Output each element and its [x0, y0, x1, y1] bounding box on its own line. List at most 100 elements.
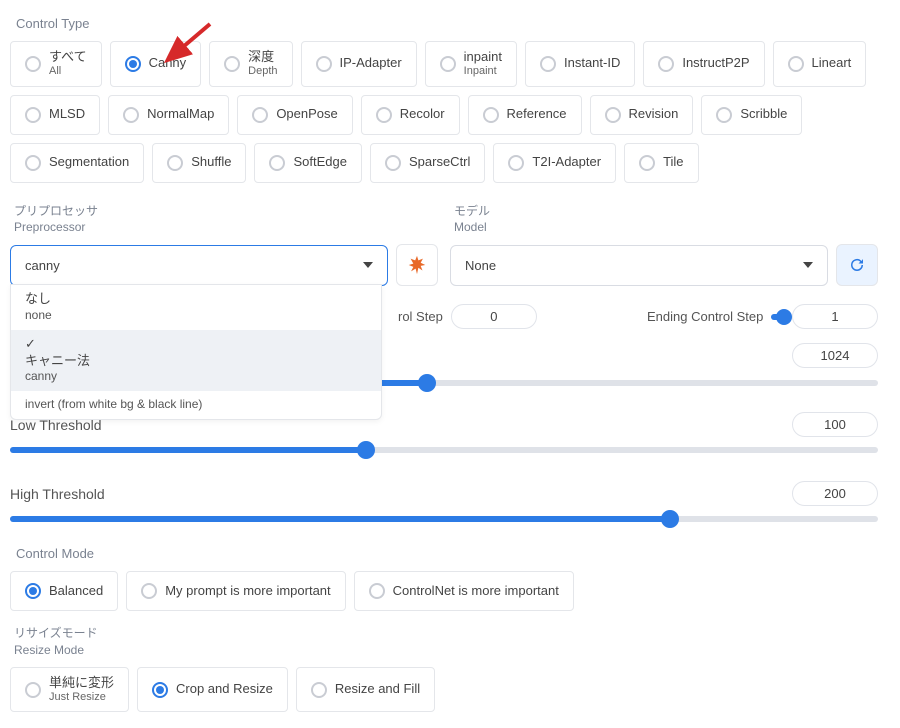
low-threshold-value[interactable]: 100 [792, 412, 878, 437]
radio-icon [25, 56, 41, 72]
radio-label: OpenPose [276, 107, 337, 122]
control-mode-controlnet-is-more-important[interactable]: ControlNet is more important [354, 571, 574, 611]
radio-label: ControlNet is more important [393, 584, 559, 599]
radio-label: Canny [149, 56, 187, 71]
refresh-button[interactable] [836, 244, 878, 286]
model-select[interactable]: None [450, 245, 828, 286]
resize-mode-resize-and-fill[interactable]: Resize and Fill [296, 667, 435, 713]
chevron-down-icon [363, 262, 373, 268]
radio-icon [25, 107, 41, 123]
control-mode-grid: Balanced My prompt is more important Contr… [10, 571, 878, 611]
control-mode-balanced[interactable]: Balanced [10, 571, 118, 611]
control-type-tile[interactable]: Tile [624, 143, 698, 183]
chevron-down-icon [803, 262, 813, 268]
radio-label: My prompt is more important [165, 584, 330, 599]
control-type-inpaint[interactable]: inpaintInpaint [425, 41, 517, 87]
refresh-icon [848, 256, 866, 274]
control-type-すべて[interactable]: すべてAll [10, 41, 102, 87]
control-step-label: rol Step [398, 309, 443, 324]
resize-mode-grid: 単純に変形Just Resize Crop and ResizeResize an… [10, 667, 878, 713]
radio-icon [25, 583, 41, 599]
radio-label: Balanced [49, 584, 103, 599]
low-threshold-slider[interactable] [10, 447, 878, 453]
resize-mode-just-resize[interactable]: 単純に変形Just Resize [10, 667, 129, 713]
control-type-openpose[interactable]: OpenPose [237, 95, 352, 135]
control-type-深度[interactable]: 深度Depth [209, 41, 292, 87]
radio-icon [252, 107, 268, 123]
radio-label: Tile [663, 155, 683, 170]
radio-icon [369, 583, 385, 599]
control-type-softedge[interactable]: SoftEdge [254, 143, 362, 183]
high-threshold-value[interactable]: 200 [792, 481, 878, 506]
explode-button[interactable] [396, 244, 438, 286]
control-type-ip-adapter[interactable]: IP-Adapter [301, 41, 417, 87]
ending-step-value[interactable]: 1 [792, 304, 878, 329]
radio-icon [123, 107, 139, 123]
resolution-value[interactable]: 1024 [792, 343, 878, 368]
control-type-segmentation[interactable]: Segmentation [10, 143, 144, 183]
radio-label: IP-Adapter [340, 56, 402, 71]
radio-icon [224, 56, 240, 72]
control-type-sparsectrl[interactable]: SparseCtrl [370, 143, 485, 183]
radio-label: InstructP2P [682, 56, 749, 71]
high-threshold-slider[interactable] [10, 516, 878, 522]
control-type-instant-id[interactable]: Instant-ID [525, 41, 635, 87]
radio-label: Recolor [400, 107, 445, 122]
preprocessor-value: canny [25, 258, 60, 273]
radio-label: Lineart [812, 56, 852, 71]
control-type-normalmap[interactable]: NormalMap [108, 95, 229, 135]
control-type-lineart[interactable]: Lineart [773, 41, 867, 87]
control-type-instructp2p[interactable]: InstructP2P [643, 41, 764, 87]
radio-label: SoftEdge [293, 155, 347, 170]
radio-label: Segmentation [49, 155, 129, 170]
preprocessor-dropdown: なしnone✓キャニー法cannyinvert (from white bg &… [10, 284, 382, 419]
radio-label: Instant-ID [564, 56, 620, 71]
control-mode-my-prompt-is-more-important[interactable]: My prompt is more important [126, 571, 345, 611]
radio-label: 深度Depth [248, 50, 277, 78]
control-type-label: Control Type [16, 16, 878, 31]
resize-mode-crop-and-resize[interactable]: Crop and Resize [137, 667, 288, 713]
radio-icon [376, 107, 392, 123]
radio-icon [440, 56, 456, 72]
radio-icon [167, 155, 183, 171]
radio-icon [605, 107, 621, 123]
radio-label: Shuffle [191, 155, 231, 170]
radio-icon [788, 56, 804, 72]
radio-icon [483, 107, 499, 123]
control-type-canny[interactable]: Canny [110, 41, 202, 87]
radio-icon [25, 682, 41, 698]
control-type-mlsd[interactable]: MLSD [10, 95, 100, 135]
radio-label: すべてAll [49, 50, 87, 78]
model-value: None [465, 258, 496, 273]
radio-label: 単純に変形Just Resize [49, 676, 114, 704]
radio-icon [141, 583, 157, 599]
high-threshold-label: High Threshold [10, 486, 200, 502]
radio-icon [508, 155, 524, 171]
explosion-icon [406, 254, 428, 276]
radio-label: T2I-Adapter [532, 155, 601, 170]
radio-label: Reference [507, 107, 567, 122]
preprocessor-option-invert-from-white-bg-black-line-[interactable]: invert (from white bg & black line) [11, 391, 381, 419]
control-mode-label: Control Mode [16, 546, 878, 561]
control-type-t2i-adapter[interactable]: T2I-Adapter [493, 143, 616, 183]
radio-icon [540, 56, 556, 72]
control-type-grid: すべてAll Canny 深度Depth IP-Adapter inpaintInpai… [10, 41, 878, 183]
control-type-revision[interactable]: Revision [590, 95, 694, 135]
radio-icon [658, 56, 674, 72]
radio-icon [125, 56, 141, 72]
control-type-reference[interactable]: Reference [468, 95, 582, 135]
control-type-scribble[interactable]: Scribble [701, 95, 802, 135]
radio-icon [25, 155, 41, 171]
control-type-recolor[interactable]: Recolor [361, 95, 460, 135]
preprocessor-option-canny[interactable]: ✓キャニー法canny [11, 330, 381, 391]
control-step-value[interactable]: 0 [451, 304, 537, 329]
radio-icon [152, 682, 168, 698]
ending-step-slider[interactable] [771, 314, 784, 320]
preprocessor-option-none[interactable]: なしnone [11, 285, 381, 329]
radio-icon [716, 107, 732, 123]
preprocessor-select[interactable]: canny [10, 245, 388, 286]
radio-label: MLSD [49, 107, 85, 122]
radio-label: inpaintInpaint [464, 50, 502, 78]
resize-mode-label: リサイズモード Resize Mode [14, 625, 878, 659]
control-type-shuffle[interactable]: Shuffle [152, 143, 246, 183]
